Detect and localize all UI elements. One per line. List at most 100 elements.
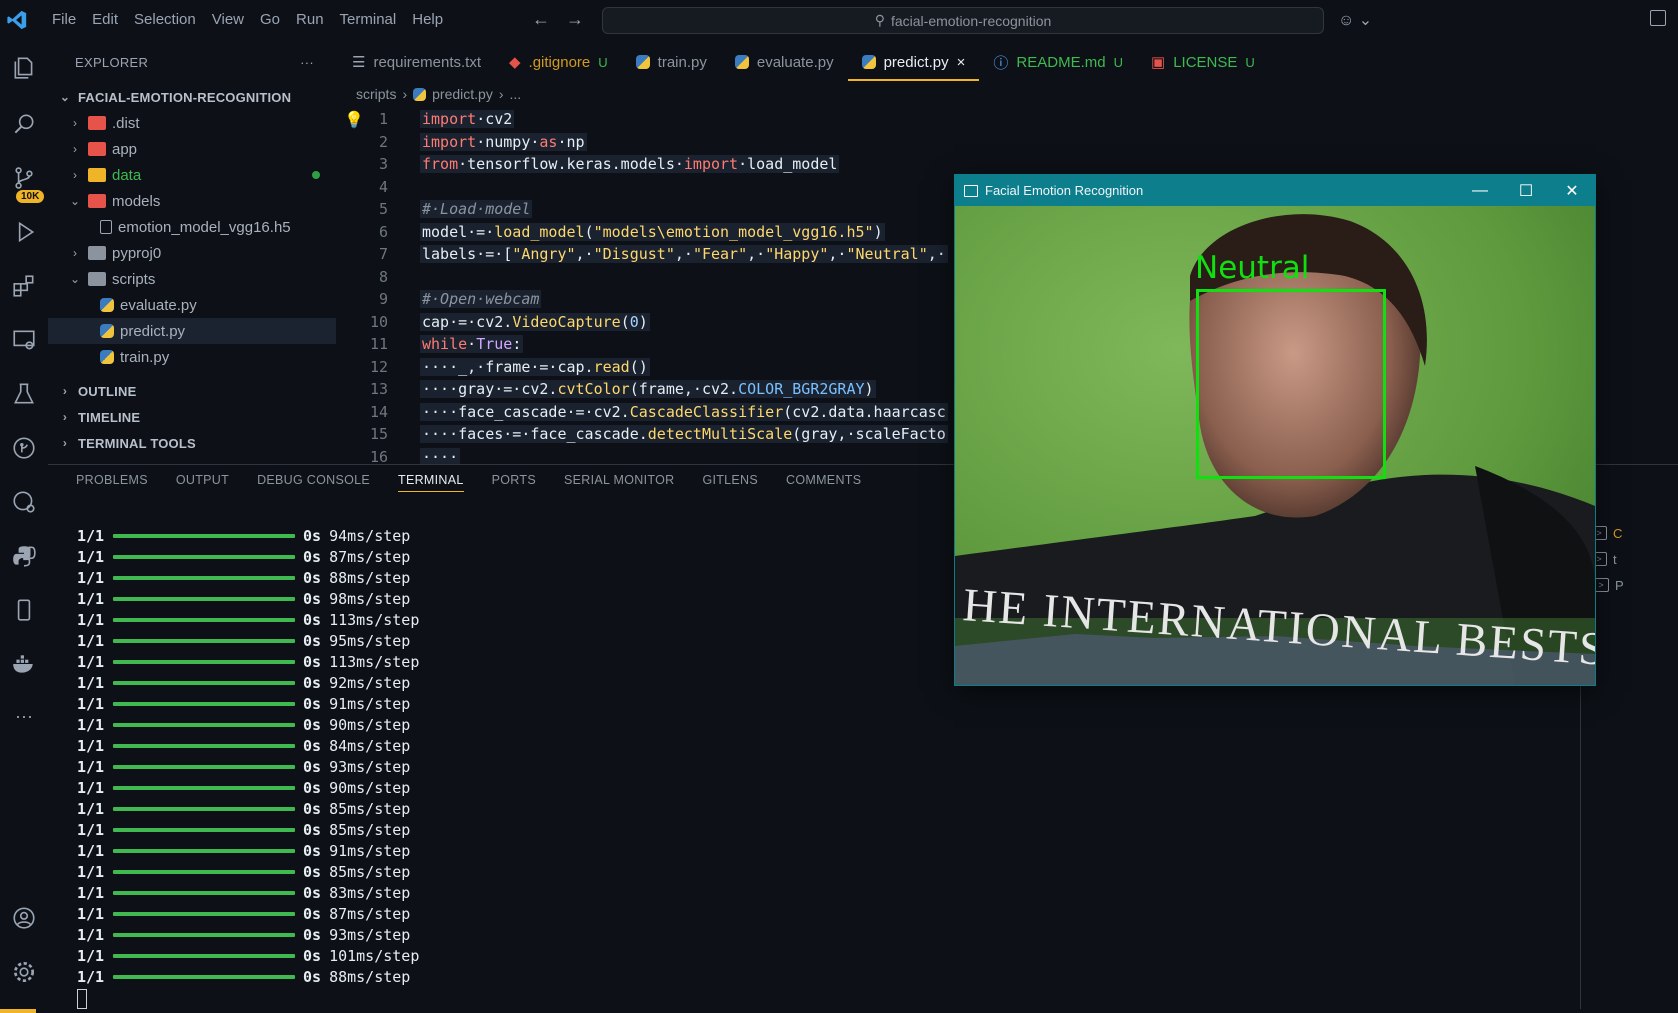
tree-item-label: app — [112, 140, 138, 158]
line-number: 12 — [369, 357, 388, 376]
step-fraction: 1/1 — [77, 673, 105, 692]
explorer-more-icon[interactable]: ··· — [300, 55, 314, 70]
extensions-icon[interactable] — [8, 270, 40, 302]
tree-item-scripts[interactable]: ⌄ scripts — [48, 266, 338, 292]
window-title: Facial Emotion Recognition — [985, 183, 1144, 198]
close-icon[interactable]: × — [957, 54, 966, 71]
more-views-icon[interactable]: ··· — [8, 700, 40, 732]
tree-item-app[interactable]: › app — [48, 136, 338, 162]
back-arrow-icon[interactable]: ← — [532, 9, 550, 30]
git-graph-icon[interactable] — [8, 486, 40, 518]
tab-output[interactable]: OUTPUT — [176, 473, 229, 492]
code-line: 10 cap·=·cv2.VideoCapture(0) — [338, 311, 958, 334]
step-fraction: 1/1 — [77, 820, 105, 839]
breadcrumb-more[interactable]: ... — [510, 86, 522, 102]
search-icon: ⚲ — [874, 12, 885, 28]
maximize-icon[interactable]: ☐ — [1503, 175, 1549, 206]
forward-arrow-icon[interactable]: → — [566, 9, 584, 30]
code-line: 4 — [338, 176, 958, 199]
terminal-line: 1/1 0s 85ms/step — [77, 798, 419, 819]
minimize-icon[interactable]: — — [1457, 175, 1503, 206]
tree-item-predict[interactable]: predict.py — [48, 318, 336, 344]
tab-readme[interactable]: ⓘ README.md U — [979, 40, 1137, 84]
facial-emotion-window[interactable]: Facial Emotion Recognition — ☐ ✕ HE INTE… — [954, 174, 1596, 686]
step-duration: 88ms/step — [329, 967, 411, 986]
docker-icon[interactable] — [8, 648, 40, 680]
line-number: 1 — [378, 110, 388, 129]
status-accent — [0, 1009, 36, 1013]
terminal-output[interactable]: 1/1 0s 94ms/step 1/1 0s 87ms/step 1/1 0s 88ms/st… — [77, 525, 419, 1009]
tab-gitlens[interactable]: GITLENS — [702, 473, 758, 492]
code-line: 3 from·tensorflow.keras.models·import·loa… — [338, 153, 958, 176]
timeline-section[interactable]: › TIMELINE — [48, 404, 338, 430]
tree-item-label: pyproj0 — [112, 244, 162, 262]
testing-icon[interactable] — [8, 378, 40, 410]
explorer-icon[interactable] — [8, 52, 40, 84]
tree-item-data[interactable]: › data — [48, 162, 338, 188]
tree-item-pyproj0[interactable]: › pyproj0 — [48, 240, 338, 266]
tab-evaluate[interactable]: evaluate.py — [721, 40, 848, 84]
tab-train[interactable]: train.py — [622, 40, 721, 84]
code-line: 11 while·True: — [338, 333, 958, 356]
folder-icon — [88, 142, 106, 156]
run-debug-icon[interactable] — [8, 216, 40, 248]
step-duration: 91ms/step — [329, 841, 411, 860]
menu-help[interactable]: Help — [404, 0, 451, 40]
breadcrumb-folder[interactable]: scripts — [356, 86, 396, 102]
tab-license[interactable]: ▣ LICENSE U — [1137, 40, 1269, 84]
chevron-down-icon: ⌄ — [69, 194, 81, 208]
tree-item-models[interactable]: ⌄ models — [48, 188, 338, 214]
tab-problems[interactable]: PROBLEMS — [76, 473, 148, 492]
progress-bar — [113, 764, 295, 769]
tab-comments[interactable]: COMMENTS — [786, 473, 861, 492]
device-icon[interactable] — [8, 594, 40, 626]
tree-item-model-file[interactable]: emotion_model_vgg16.h5 — [48, 214, 338, 240]
tree-item-train[interactable]: train.py — [48, 344, 338, 370]
tab-serial-monitor[interactable]: SERIAL MONITOR — [564, 473, 674, 492]
tree-item-dist[interactable]: › .dist — [48, 110, 338, 136]
terminal-line: 1/1 0s 93ms/step — [77, 924, 419, 945]
menu-file[interactable]: File — [44, 0, 84, 40]
elapsed-time: 0s — [303, 631, 322, 650]
tab-debug-console[interactable]: DEBUG CONSOLE — [257, 473, 370, 492]
close-icon[interactable]: ✕ — [1549, 175, 1595, 206]
tab-gitignore[interactable]: ◆ .gitignore U — [495, 40, 622, 84]
tab-requirements[interactable]: ☰ requirements.txt — [338, 40, 495, 84]
terminal-tools-section[interactable]: › TERMINAL TOOLS — [48, 430, 338, 456]
elapsed-time: 0s — [303, 757, 322, 776]
info-icon: ⓘ — [993, 54, 1009, 72]
code-editor[interactable]: 1 import·cv2 2 import·numpy·as·np 3 from·te… — [338, 108, 958, 464]
progress-bar — [113, 533, 295, 538]
menu-view[interactable]: View — [204, 0, 252, 40]
gitlens-icon[interactable] — [8, 432, 40, 464]
command-center-search[interactable]: ⚲ facial-emotion-recognition — [602, 7, 1324, 34]
layout-toggle-icon[interactable] — [1650, 10, 1666, 26]
menu-selection[interactable]: Selection — [126, 0, 204, 40]
outline-section[interactable]: › OUTLINE — [48, 378, 338, 404]
step-fraction: 1/1 — [77, 610, 105, 629]
step-fraction: 1/1 — [77, 631, 105, 650]
accounts-icon[interactable] — [8, 902, 40, 934]
tree-item-evaluate[interactable]: evaluate.py — [48, 292, 338, 318]
tab-ports[interactable]: PORTS — [492, 473, 536, 492]
tab-terminal[interactable]: TERMINAL — [398, 473, 464, 492]
terminal-line: 1/1 0s 113ms/step — [77, 651, 419, 672]
menu-go[interactable]: Go — [252, 0, 288, 40]
window-titlebar[interactable]: Facial Emotion Recognition — ☐ ✕ — [955, 175, 1595, 206]
tree-item-label: data — [112, 166, 142, 184]
python-icon[interactable] — [8, 540, 40, 572]
folder-icon — [88, 116, 106, 130]
progress-bar — [113, 659, 295, 664]
step-fraction: 1/1 — [77, 799, 105, 818]
menu-edit[interactable]: Edit — [84, 0, 126, 40]
menu-run[interactable]: Run — [288, 0, 332, 40]
copilot-icon[interactable]: ☺ ⌄ — [1338, 10, 1372, 30]
license-icon: ▣ — [1151, 54, 1166, 71]
breadcrumb-file[interactable]: predict.py — [432, 86, 493, 102]
remote-explorer-icon[interactable] — [8, 324, 40, 356]
tab-predict[interactable]: predict.py × — [847, 40, 980, 84]
search-view-icon[interactable] — [8, 108, 40, 140]
settings-gear-icon[interactable] — [8, 956, 40, 988]
menu-terminal[interactable]: Terminal — [332, 0, 405, 40]
workspace-root[interactable]: ⌄ FACIAL-EMOTION-RECOGNITION — [48, 84, 338, 110]
